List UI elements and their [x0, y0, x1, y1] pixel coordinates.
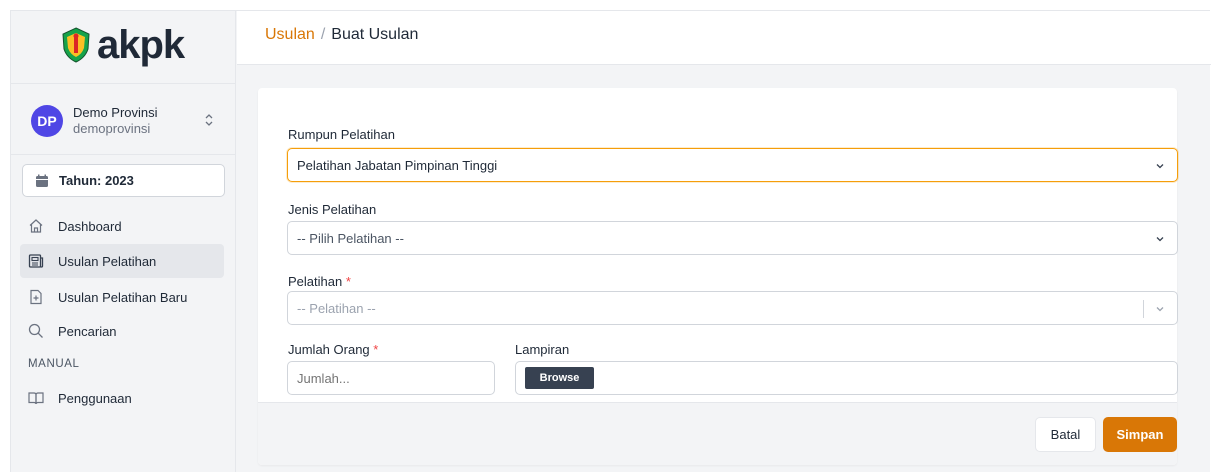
- document-plus-icon: [30, 289, 42, 305]
- chevron-up-down-icon: [205, 114, 213, 126]
- sidebar-item-label: Usulan Pelatihan: [58, 253, 157, 269]
- sidebar-item-label: Dashboard: [58, 218, 122, 234]
- breadcrumb-link-usulan[interactable]: Usulan: [265, 26, 315, 43]
- chevron-down-icon: [1156, 237, 1164, 242]
- chevron-down-icon: [1156, 164, 1164, 169]
- jenis-label: Jenis Pelatihan: [288, 202, 377, 217]
- year-label: Tahun: 2023: [59, 173, 134, 188]
- user-name: Demo Provinsi: [73, 105, 158, 120]
- required-mark: *: [345, 274, 351, 289]
- newspaper-icon: [28, 254, 44, 268]
- chevron-down-icon: [1156, 307, 1164, 312]
- user-switcher[interactable]: DP Demo Provinsi demoprovinsi: [31, 99, 221, 143]
- sidebar-item-dashboard[interactable]: Dashboard: [20, 209, 224, 243]
- app-frame: akpk DP Demo Provinsi demoprovinsi Tahun…: [10, 10, 1211, 472]
- sidebar-item-usulan-pelatihan[interactable]: Usulan Pelatihan: [20, 244, 224, 278]
- top-header: Usulan / Buat Usulan: [237, 11, 1211, 65]
- jumlah-label: Jumlah Orang *: [288, 342, 379, 357]
- rumpun-value: Pelatihan Jabatan Pimpinan Tinggi: [297, 157, 498, 173]
- divider: [11, 83, 236, 84]
- breadcrumb-separator: /: [320, 26, 326, 43]
- sidebar-item-label: Pencarian: [58, 323, 117, 339]
- calendar-icon: [36, 174, 48, 187]
- divider: [11, 154, 236, 155]
- save-button[interactable]: Simpan: [1103, 417, 1177, 452]
- form-card: Rumpun Pelatihan Pelatihan Jabatan Pimpi…: [258, 88, 1178, 465]
- lampiran-file-input[interactable]: Browse: [515, 361, 1178, 395]
- year-button[interactable]: Tahun: 2023: [22, 164, 225, 197]
- sidebar-item-label: Penggunaan: [58, 390, 132, 406]
- breadcrumb: Usulan / Buat Usulan: [265, 25, 418, 45]
- pelatihan-label: Pelatihan *: [288, 274, 351, 289]
- section-label-manual: MANUAL: [28, 358, 80, 370]
- jenis-select[interactable]: -- Pilih Pelatihan --: [287, 221, 1178, 255]
- rumpun-select[interactable]: Pelatihan Jabatan Pimpinan Tinggi: [287, 148, 1178, 182]
- sidebar: akpk DP Demo Provinsi demoprovinsi Tahun…: [11, 11, 236, 472]
- required-mark: *: [373, 342, 379, 357]
- logo-text: akpk: [97, 23, 185, 67]
- jumlah-input[interactable]: [287, 361, 495, 395]
- sidebar-item-label: Usulan Pelatihan Baru: [58, 289, 188, 305]
- sidebar-item-pencarian[interactable]: Pencarian: [20, 314, 224, 348]
- browse-button[interactable]: Browse: [525, 367, 594, 389]
- sidebar-item-penggunaan[interactable]: Penggunaan: [20, 381, 224, 415]
- search-icon: [28, 323, 43, 338]
- home-icon: [29, 219, 43, 233]
- breadcrumb-current: Buat Usulan: [331, 26, 419, 43]
- pelatihan-placeholder: -- Pelatihan --: [297, 300, 376, 316]
- rumpun-label: Rumpun Pelatihan: [288, 127, 395, 142]
- jenis-placeholder: -- Pilih Pelatihan --: [297, 230, 404, 246]
- province-emblem-icon: [62, 27, 90, 63]
- sidebar-item-usulan-pelatihan-baru[interactable]: Usulan Pelatihan Baru: [20, 280, 224, 314]
- avatar: DP: [31, 105, 63, 137]
- book-open-icon: [28, 392, 44, 405]
- app-logo[interactable]: akpk: [61, 23, 185, 67]
- form-footer: Batal Simpan: [258, 402, 1177, 465]
- pelatihan-select[interactable]: -- Pelatihan --: [287, 291, 1178, 325]
- cancel-button[interactable]: Batal: [1035, 417, 1096, 452]
- user-username: demoprovinsi: [73, 121, 151, 136]
- lampiran-label: Lampiran: [515, 342, 570, 357]
- select-separator: [1143, 300, 1144, 318]
